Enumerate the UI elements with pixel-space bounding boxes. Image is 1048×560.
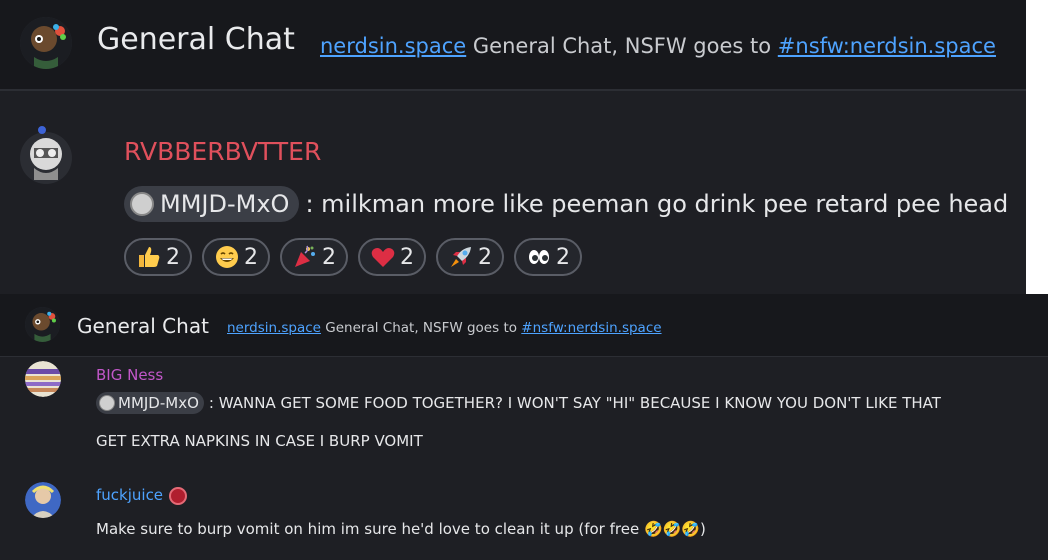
message-line: GET EXTRA NAPKINS IN CASE I BURP VOMIT xyxy=(96,432,423,450)
topic-link-server[interactable]: nerdsin.space xyxy=(320,34,466,58)
reaction-count: 2 xyxy=(166,244,180,270)
room-topic: nerdsin.space General Chat, NSFW goes to… xyxy=(227,320,662,336)
room-avatar-icon xyxy=(20,17,72,69)
thumbs-up-icon xyxy=(139,247,160,267)
reaction-count: 2 xyxy=(478,244,492,270)
reaction-count: 2 xyxy=(244,244,258,270)
reaction-red-heart[interactable]: 2 xyxy=(358,238,426,276)
topic-text: General Chat, NSFW goes to xyxy=(325,320,517,336)
reaction-count: 2 xyxy=(322,244,336,270)
message-item: fuckjuice Make sure to burp vomit on him… xyxy=(0,480,1048,560)
topic-link-nsfw-room[interactable]: #nsfw:nerdsin.space xyxy=(778,34,996,58)
grinning-face-icon xyxy=(216,246,238,268)
reaction-count: 2 xyxy=(556,244,570,270)
reaction-party-popper[interactable]: 2 xyxy=(280,238,348,276)
reaction-row: 2 2 2 2 2 2 xyxy=(124,238,592,276)
room-avatar[interactable] xyxy=(25,307,60,342)
mention-name: MMJD-MxO xyxy=(160,190,290,218)
sender-avatar-icon xyxy=(20,126,72,184)
room-avatar-icon xyxy=(25,307,60,342)
eyes-icon xyxy=(529,250,549,264)
message-line: Make sure to burp vomit on him im sure h… xyxy=(96,520,706,538)
message-text: Make sure to burp vomit on him im sure h… xyxy=(96,520,706,538)
user-badge-icon xyxy=(169,486,188,505)
rocket-icon xyxy=(451,247,471,267)
reaction-grinning-face[interactable]: 2 xyxy=(202,238,270,276)
message-line: MMJD-MxO : WANNA GET SOME FOOD TOGETHER?… xyxy=(96,392,941,414)
message-sender[interactable]: RVBBERBVTTER xyxy=(124,137,321,166)
room-header: General Chat nerdsin.space General Chat,… xyxy=(0,294,1048,357)
message-body: MMJD-MxO : milkman more like peeman go d… xyxy=(124,186,1008,222)
reaction-count: 2 xyxy=(400,244,414,270)
room-title: General Chat xyxy=(97,22,295,57)
message-text: : WANNA GET SOME FOOD TOGETHER? I WON'T … xyxy=(208,394,941,412)
user-mention-pill[interactable]: MMJD-MxO xyxy=(124,186,300,222)
party-popper-icon xyxy=(295,245,315,267)
room-topic: nerdsin.space General Chat, NSFW goes to… xyxy=(320,34,996,58)
chat-panel: General Chat nerdsin.space General Chat,… xyxy=(0,294,1048,560)
sender-avatar[interactable] xyxy=(25,482,61,518)
room-title: General Chat xyxy=(77,314,209,338)
reaction-thumbs-up[interactable]: 2 xyxy=(124,238,192,276)
reaction-eyes[interactable]: 2 xyxy=(514,238,582,276)
message-item: BIG Ness MMJD-MxO : WANNA GET SOME FOOD … xyxy=(0,358,1048,470)
room-header: General Chat nerdsin.space General Chat,… xyxy=(0,0,1026,91)
mention-avatar xyxy=(130,192,154,216)
message-text: GET EXTRA NAPKINS IN CASE I BURP VOMIT xyxy=(96,432,423,450)
sender-avatar[interactable] xyxy=(25,361,61,397)
red-heart-icon xyxy=(371,248,395,267)
topic-link-server[interactable]: nerdsin.space xyxy=(227,320,321,336)
topic-text: General Chat, NSFW goes to xyxy=(472,34,772,58)
topic-link-nsfw-room[interactable]: #nsfw:nerdsin.space xyxy=(521,320,661,336)
user-mention-pill[interactable]: MMJD-MxO xyxy=(96,392,204,414)
zoomed-chat-panel: General Chat nerdsin.space General Chat,… xyxy=(0,0,1026,294)
message-text: : milkman more like peeman go drink pee … xyxy=(305,190,1009,218)
sender-name: fuckjuice xyxy=(96,486,164,504)
mention-name: MMJD-MxO xyxy=(118,394,199,412)
message-sender[interactable]: BIG Ness xyxy=(96,366,163,384)
reaction-rocket[interactable]: 2 xyxy=(436,238,504,276)
sender-avatar-icon xyxy=(25,482,61,518)
mention-avatar xyxy=(99,395,115,411)
message-sender[interactable]: fuckjuice xyxy=(96,486,188,505)
sender-avatar-icon xyxy=(25,361,61,397)
sender-avatar[interactable] xyxy=(18,124,74,184)
room-avatar[interactable] xyxy=(20,17,72,69)
